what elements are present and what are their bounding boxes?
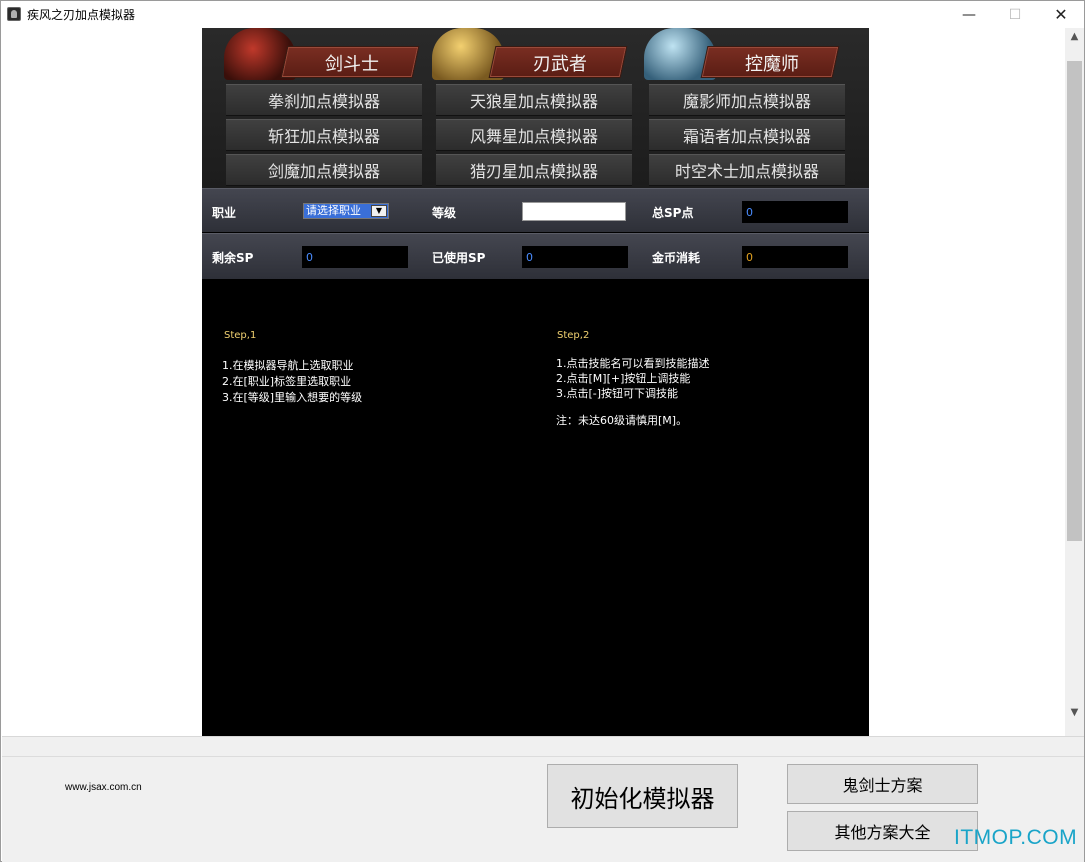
class-name: 剑斗士	[325, 54, 379, 75]
init-simulator-button[interactable]: 初始化模拟器	[547, 764, 738, 828]
chevron-down-icon[interactable]: ▼	[371, 205, 387, 217]
step1-line: 3.在[等级]里输入想要的等级	[222, 391, 363, 404]
watermark: ITMOP.COM	[954, 826, 1078, 849]
job-select[interactable]: 请选择职业 ▼	[303, 203, 389, 219]
app-window: 疾风之刃加点模拟器 — ☐ ✕ 剑斗士 刃武者 控魔师 拳刹加点模拟器 斩狂加点…	[0, 0, 1085, 862]
vertical-scrollbar[interactable]: ▲ ▼	[1065, 28, 1084, 736]
class-banner-swordfighter[interactable]: 剑斗士	[224, 28, 424, 82]
sim-button-zhankuang[interactable]: 斩狂加点模拟器	[226, 119, 422, 151]
ghost-swordsman-plan-button[interactable]: 鬼剑士方案	[787, 764, 978, 804]
sim-button-moyingshi[interactable]: 魔影师加点模拟器	[649, 84, 845, 116]
remaining-sp-label: 剩余SP	[212, 251, 254, 265]
title-bar: 疾风之刃加点模拟器 — ☐ ✕	[1, 1, 1084, 28]
sim-button-shuangyuzhe[interactable]: 霜语者加点模拟器	[649, 119, 845, 151]
class-banner-mage[interactable]: 控魔师	[644, 28, 844, 82]
gold-label: 金币消耗	[652, 251, 701, 265]
simulator-panel: 剑斗士 刃武者 控魔师 拳刹加点模拟器 斩狂加点模拟器 剑魔加点模拟器 天狼星加…	[202, 28, 869, 736]
sim-button-tianlangxing[interactable]: 天狼星加点模拟器	[436, 84, 632, 116]
step2-note: 注：未达60级请慎用[M]。	[556, 414, 688, 427]
stats-row-1: 职业 请选择职业 ▼ 等级 总SP点 0	[202, 188, 869, 232]
class-banner-blademaster[interactable]: 刃武者	[432, 28, 632, 82]
step1-line: 2.在[职业]标签里选取职业	[222, 375, 352, 388]
step1-title: Step,1	[224, 330, 257, 341]
used-sp-value: 0	[522, 246, 628, 268]
window-title: 疾风之刃加点模拟器	[27, 8, 136, 22]
gold-value: 0	[742, 246, 848, 268]
stats-row-2: 剩余SP 0 已使用SP 0 金币消耗 0	[202, 233, 869, 279]
used-sp-label: 已使用SP	[432, 251, 486, 265]
step2-line: 3.点击[-]按钮可下调技能	[556, 387, 679, 400]
step2-line: 2.点击[M][+]按钮上调技能	[556, 372, 691, 385]
level-label: 等级	[432, 206, 457, 220]
minimize-button[interactable]: —	[946, 1, 992, 28]
sim-button-lierenxing[interactable]: 猎刃星加点模拟器	[436, 154, 632, 186]
sim-button-quansha[interactable]: 拳刹加点模拟器	[226, 84, 422, 116]
total-sp-value: 0	[742, 201, 848, 223]
sim-button-jianmo[interactable]: 剑魔加点模拟器	[226, 154, 422, 186]
close-button[interactable]: ✕	[1038, 1, 1084, 28]
total-sp-label: 总SP点	[652, 206, 694, 220]
class-name: 刃武者	[533, 54, 587, 75]
scroll-down-icon[interactable]: ▼	[1065, 704, 1084, 721]
sim-button-fengwuxing[interactable]: 风舞星加点模拟器	[436, 119, 632, 151]
remaining-sp-value: 0	[302, 246, 408, 268]
job-label: 职业	[212, 206, 237, 220]
bottom-bar: www.jsax.com.cn 初始化模拟器 鬼剑士方案 其他方案大全 ITMO…	[2, 736, 1084, 862]
other-plans-button[interactable]: 其他方案大全	[787, 811, 978, 851]
content-area: 剑斗士 刃武者 控魔师 拳刹加点模拟器 斩狂加点模拟器 剑魔加点模拟器 天狼星加…	[2, 28, 1065, 736]
level-input[interactable]	[522, 202, 626, 221]
step2-line: 1.点击技能名可以看到技能描述	[556, 357, 710, 370]
site-link[interactable]: www.jsax.com.cn	[65, 782, 142, 793]
scroll-thumb[interactable]	[1067, 61, 1082, 541]
app-icon	[7, 7, 21, 21]
sim-button-shikongshushi[interactable]: 时空术士加点模拟器	[649, 154, 845, 186]
step2-title: Step,2	[557, 330, 590, 341]
scroll-up-icon[interactable]: ▲	[1065, 28, 1084, 45]
class-name: 控魔师	[745, 54, 799, 75]
bottom-divider	[2, 737, 1084, 757]
step1-line: 1.在模拟器导航上选取职业	[222, 359, 354, 372]
job-select-value: 请选择职业	[306, 204, 361, 217]
maximize-button[interactable]: ☐	[992, 1, 1038, 28]
class-navigation: 剑斗士 刃武者 控魔师 拳刹加点模拟器 斩狂加点模拟器 剑魔加点模拟器 天狼星加…	[202, 28, 869, 188]
